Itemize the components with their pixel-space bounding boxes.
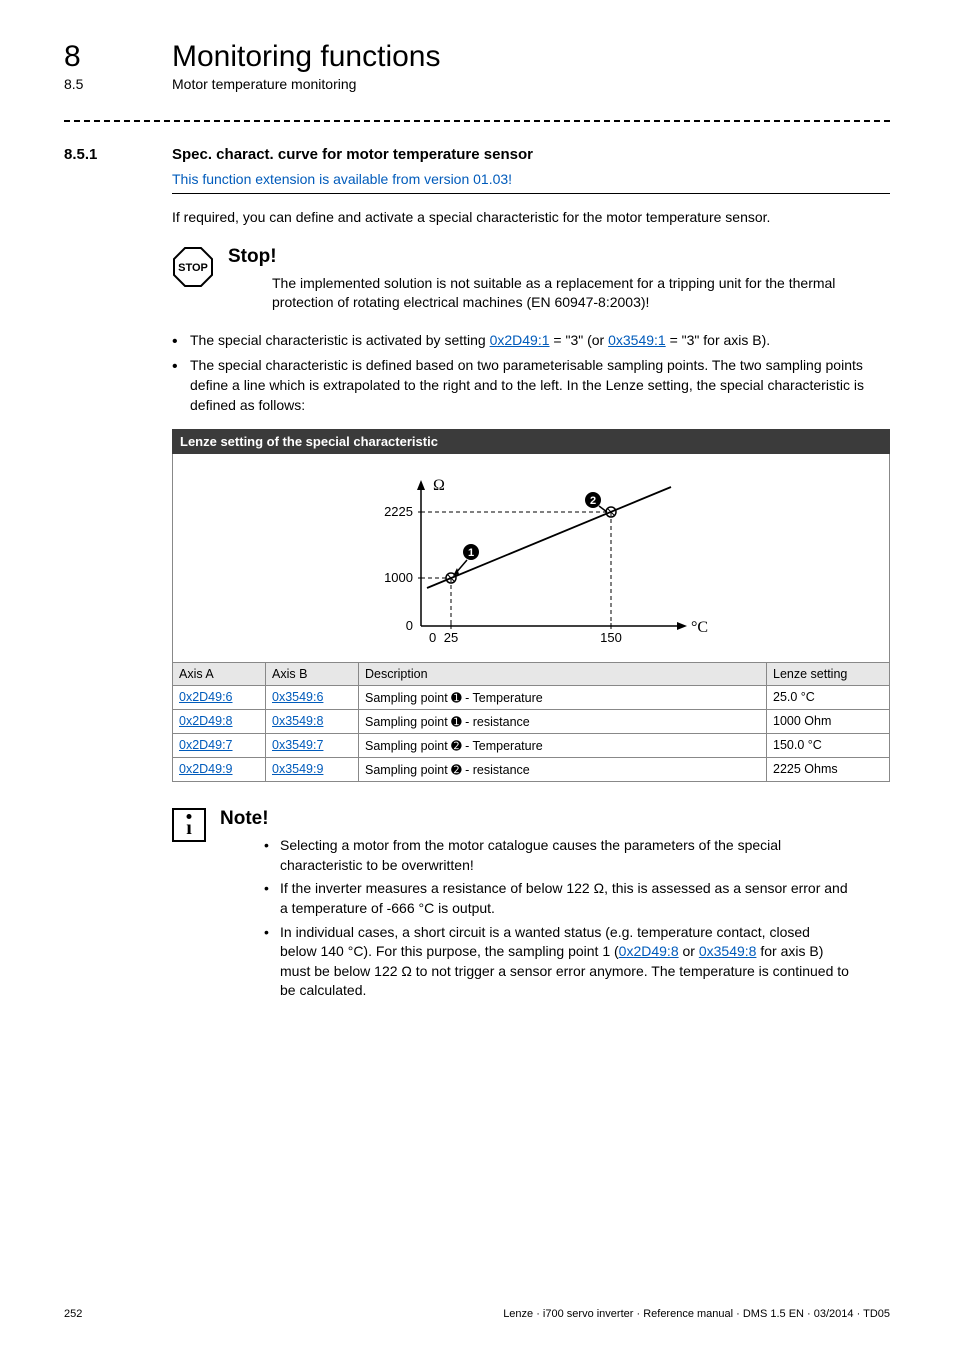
svg-text:2225: 2225 bbox=[384, 504, 413, 519]
y-axis-label: Ω bbox=[433, 477, 445, 494]
param-link[interactable]: 0x2D49:1 bbox=[490, 332, 550, 348]
text-fragment: The special characteristic is activated … bbox=[190, 332, 490, 348]
table-row: 0x2D49:8 0x3549:8 Sampling point ➊ - res… bbox=[173, 710, 890, 734]
table-row: 0x2D49:7 0x3549:7 Sampling point ➋ - Tem… bbox=[173, 734, 890, 758]
note-callout: ı Note! Selecting a motor from the motor… bbox=[172, 808, 890, 1005]
subsection-number: 8.5.1 bbox=[64, 146, 124, 163]
text-fragment: = "3" (or bbox=[550, 332, 609, 348]
text-fragment: Sampling point bbox=[365, 691, 451, 705]
parameter-table: Axis A Axis B Description Lenze setting … bbox=[172, 662, 890, 782]
table-row: 0x2D49:9 0x3549:9 Sampling point ➋ - res… bbox=[173, 758, 890, 782]
circled-number-icon: ➊ bbox=[451, 690, 461, 705]
footer-meta: Lenze · i700 servo inverter · Reference … bbox=[503, 1308, 890, 1320]
param-link[interactable]: 0x3549:8 bbox=[699, 943, 757, 959]
stop-text: The implemented solution is not suitable… bbox=[272, 274, 850, 313]
stop-callout: STOP Stop! The implemented solution is n… bbox=[172, 246, 890, 313]
page-number: 252 bbox=[64, 1308, 82, 1320]
text-fragment: Sampling point bbox=[365, 739, 451, 753]
param-link[interactable]: 0x3549:1 bbox=[608, 332, 666, 348]
list-item: Selecting a motor from the motor catalog… bbox=[264, 836, 850, 875]
circled-number-icon: ➊ bbox=[451, 714, 461, 729]
col-lenze-setting: Lenze setting bbox=[767, 663, 890, 686]
list-item: The special characteristic is defined ba… bbox=[172, 356, 890, 415]
text-fragment: = "3" for axis B). bbox=[666, 332, 770, 348]
text-fragment: Sampling point bbox=[365, 763, 451, 777]
svg-text:0: 0 bbox=[406, 618, 413, 633]
param-link[interactable]: 0x3549:7 bbox=[272, 738, 323, 752]
text-fragment: - resistance bbox=[462, 763, 530, 777]
col-description: Description bbox=[359, 663, 767, 686]
divider-solid bbox=[172, 193, 890, 194]
setting-value: 2225 Ohms bbox=[767, 758, 890, 782]
setting-value: 150.0 °C bbox=[767, 734, 890, 758]
param-link[interactable]: 0x3549:9 bbox=[272, 762, 323, 776]
section-number: 8.5 bbox=[64, 76, 124, 92]
param-link[interactable]: 0x2D49:8 bbox=[619, 943, 679, 959]
param-link[interactable]: 0x2D49:9 bbox=[179, 762, 233, 776]
svg-text:1: 1 bbox=[468, 547, 474, 559]
characteristic-chart: Ω °C 2225 1000 0 0 25 150 bbox=[301, 466, 761, 656]
col-axis-b: Axis B bbox=[266, 663, 359, 686]
info-icon: ı bbox=[172, 808, 206, 842]
col-axis-a: Axis A bbox=[173, 663, 266, 686]
svg-text:1000: 1000 bbox=[384, 570, 413, 585]
list-item: In individual cases, a short circuit is … bbox=[264, 923, 850, 1001]
text-fragment: - resistance bbox=[462, 715, 530, 729]
stop-heading: Stop! bbox=[228, 246, 890, 268]
section-title: Motor temperature monitoring bbox=[172, 76, 356, 92]
circled-number-icon: ➋ bbox=[451, 738, 461, 753]
marker-2: 2 bbox=[585, 492, 607, 512]
setting-value: 25.0 °C bbox=[767, 686, 890, 710]
svg-text:2: 2 bbox=[590, 495, 596, 507]
subsection-title: Spec. charact. curve for motor temperatu… bbox=[172, 146, 533, 163]
text-fragment: - Temperature bbox=[462, 739, 543, 753]
bullet-list: The special characteristic is activated … bbox=[172, 331, 890, 415]
version-note: This function extension is available fro… bbox=[172, 171, 890, 187]
svg-text:0: 0 bbox=[429, 630, 436, 645]
chapter-title: Monitoring functions bbox=[172, 40, 440, 74]
text-fragment: - Temperature bbox=[462, 691, 543, 705]
svg-text:STOP: STOP bbox=[178, 262, 208, 274]
chapter-number: 8 bbox=[64, 40, 124, 74]
chart-panel: Ω °C 2225 1000 0 0 25 150 bbox=[172, 454, 890, 662]
list-item: If the inverter measures a resistance of… bbox=[264, 879, 850, 918]
text-fragment: or bbox=[679, 943, 699, 959]
svg-text:25: 25 bbox=[444, 630, 458, 645]
svg-text:150: 150 bbox=[600, 630, 622, 645]
table-row: 0x2D49:6 0x3549:6 Sampling point ➊ - Tem… bbox=[173, 686, 890, 710]
note-list: Selecting a motor from the motor catalog… bbox=[264, 836, 850, 1001]
stop-icon: STOP bbox=[172, 246, 214, 291]
circled-number-icon: ➋ bbox=[451, 762, 461, 777]
intro-paragraph: If required, you can define and activate… bbox=[172, 208, 890, 228]
divider-dashed bbox=[64, 120, 890, 122]
setting-value: 1000 Ohm bbox=[767, 710, 890, 734]
note-heading: Note! bbox=[220, 808, 890, 830]
param-link[interactable]: 0x2D49:7 bbox=[179, 738, 233, 752]
list-item: The special characteristic is activated … bbox=[172, 331, 890, 351]
figure-caption: Lenze setting of the special characteris… bbox=[172, 429, 890, 454]
param-link[interactable]: 0x2D49:6 bbox=[179, 690, 233, 704]
param-link[interactable]: 0x3549:6 bbox=[272, 690, 323, 704]
param-link[interactable]: 0x2D49:8 bbox=[179, 714, 233, 728]
param-link[interactable]: 0x3549:8 bbox=[272, 714, 323, 728]
figure-box: Lenze setting of the special characteris… bbox=[172, 429, 890, 782]
text-fragment: Sampling point bbox=[365, 715, 451, 729]
x-axis-label: °C bbox=[691, 619, 708, 636]
